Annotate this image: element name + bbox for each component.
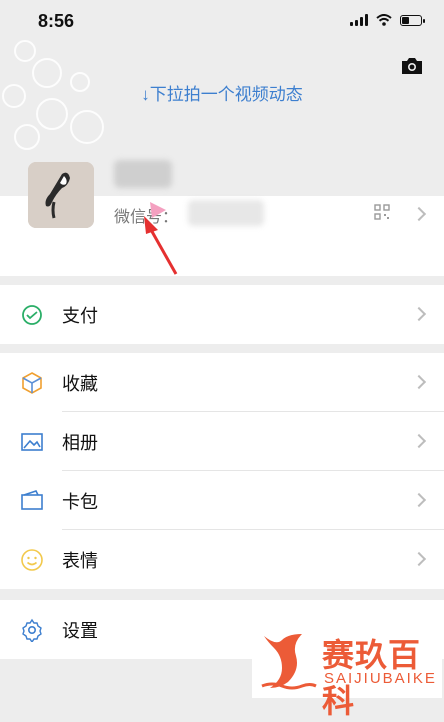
wechat-id-blurred	[188, 200, 264, 226]
wifi-icon	[376, 14, 392, 26]
pull-down-video-hint[interactable]: ↓下拉拍一个视频动态	[0, 80, 444, 105]
menu-item-label: 卡包	[62, 492, 98, 512]
qr-code-icon[interactable]	[374, 204, 390, 220]
favorites-cube-icon	[22, 372, 42, 394]
gear-icon	[22, 618, 42, 642]
card-wallet-icon	[21, 490, 43, 510]
whale-tail-icon	[261, 634, 317, 690]
menu-item-pay[interactable]: 支付	[0, 285, 444, 344]
menu-item-card-wallet[interactable]: 卡包	[0, 471, 444, 530]
avatar-image	[28, 162, 94, 228]
menu-item-label: 相册	[62, 433, 98, 453]
menu-item-label: 支付	[62, 306, 98, 326]
username-blurred	[114, 160, 172, 188]
menu-item-label: 收藏	[62, 374, 98, 394]
emoji-face-icon	[21, 549, 43, 571]
chevron-right-icon	[411, 551, 427, 567]
watermark-subtitle: SAIJIUBAIKE	[324, 670, 437, 687]
chevron-right-icon	[411, 433, 427, 449]
menu-item-emoji[interactable]: 表情	[0, 530, 444, 589]
menu-item-label: 表情	[62, 551, 98, 571]
menu-section-pay: 支付	[0, 285, 444, 344]
menu-item-album[interactable]: 相册	[0, 412, 444, 471]
camera-icon[interactable]	[400, 56, 424, 76]
chevron-right-icon	[411, 306, 427, 322]
chevron-right-icon	[411, 492, 427, 508]
watermark-logo: 赛玖百科 SAIJIUBAIKE	[252, 624, 442, 719]
battery-level	[402, 16, 409, 24]
battery-icon	[400, 14, 425, 26]
menu-item-label: 设置	[62, 621, 98, 641]
chevron-right-icon	[411, 374, 427, 390]
cellular-signal-icon	[350, 14, 368, 26]
menu-section-main: 收藏 相册 卡包 表情	[0, 353, 444, 589]
annotation-arrow-icon	[144, 202, 178, 275]
menu-item-favorites[interactable]: 收藏	[0, 353, 444, 412]
album-icon	[21, 433, 43, 451]
avatar[interactable]	[28, 162, 94, 228]
wechat-pay-icon	[22, 305, 42, 325]
status-icons	[350, 14, 425, 26]
